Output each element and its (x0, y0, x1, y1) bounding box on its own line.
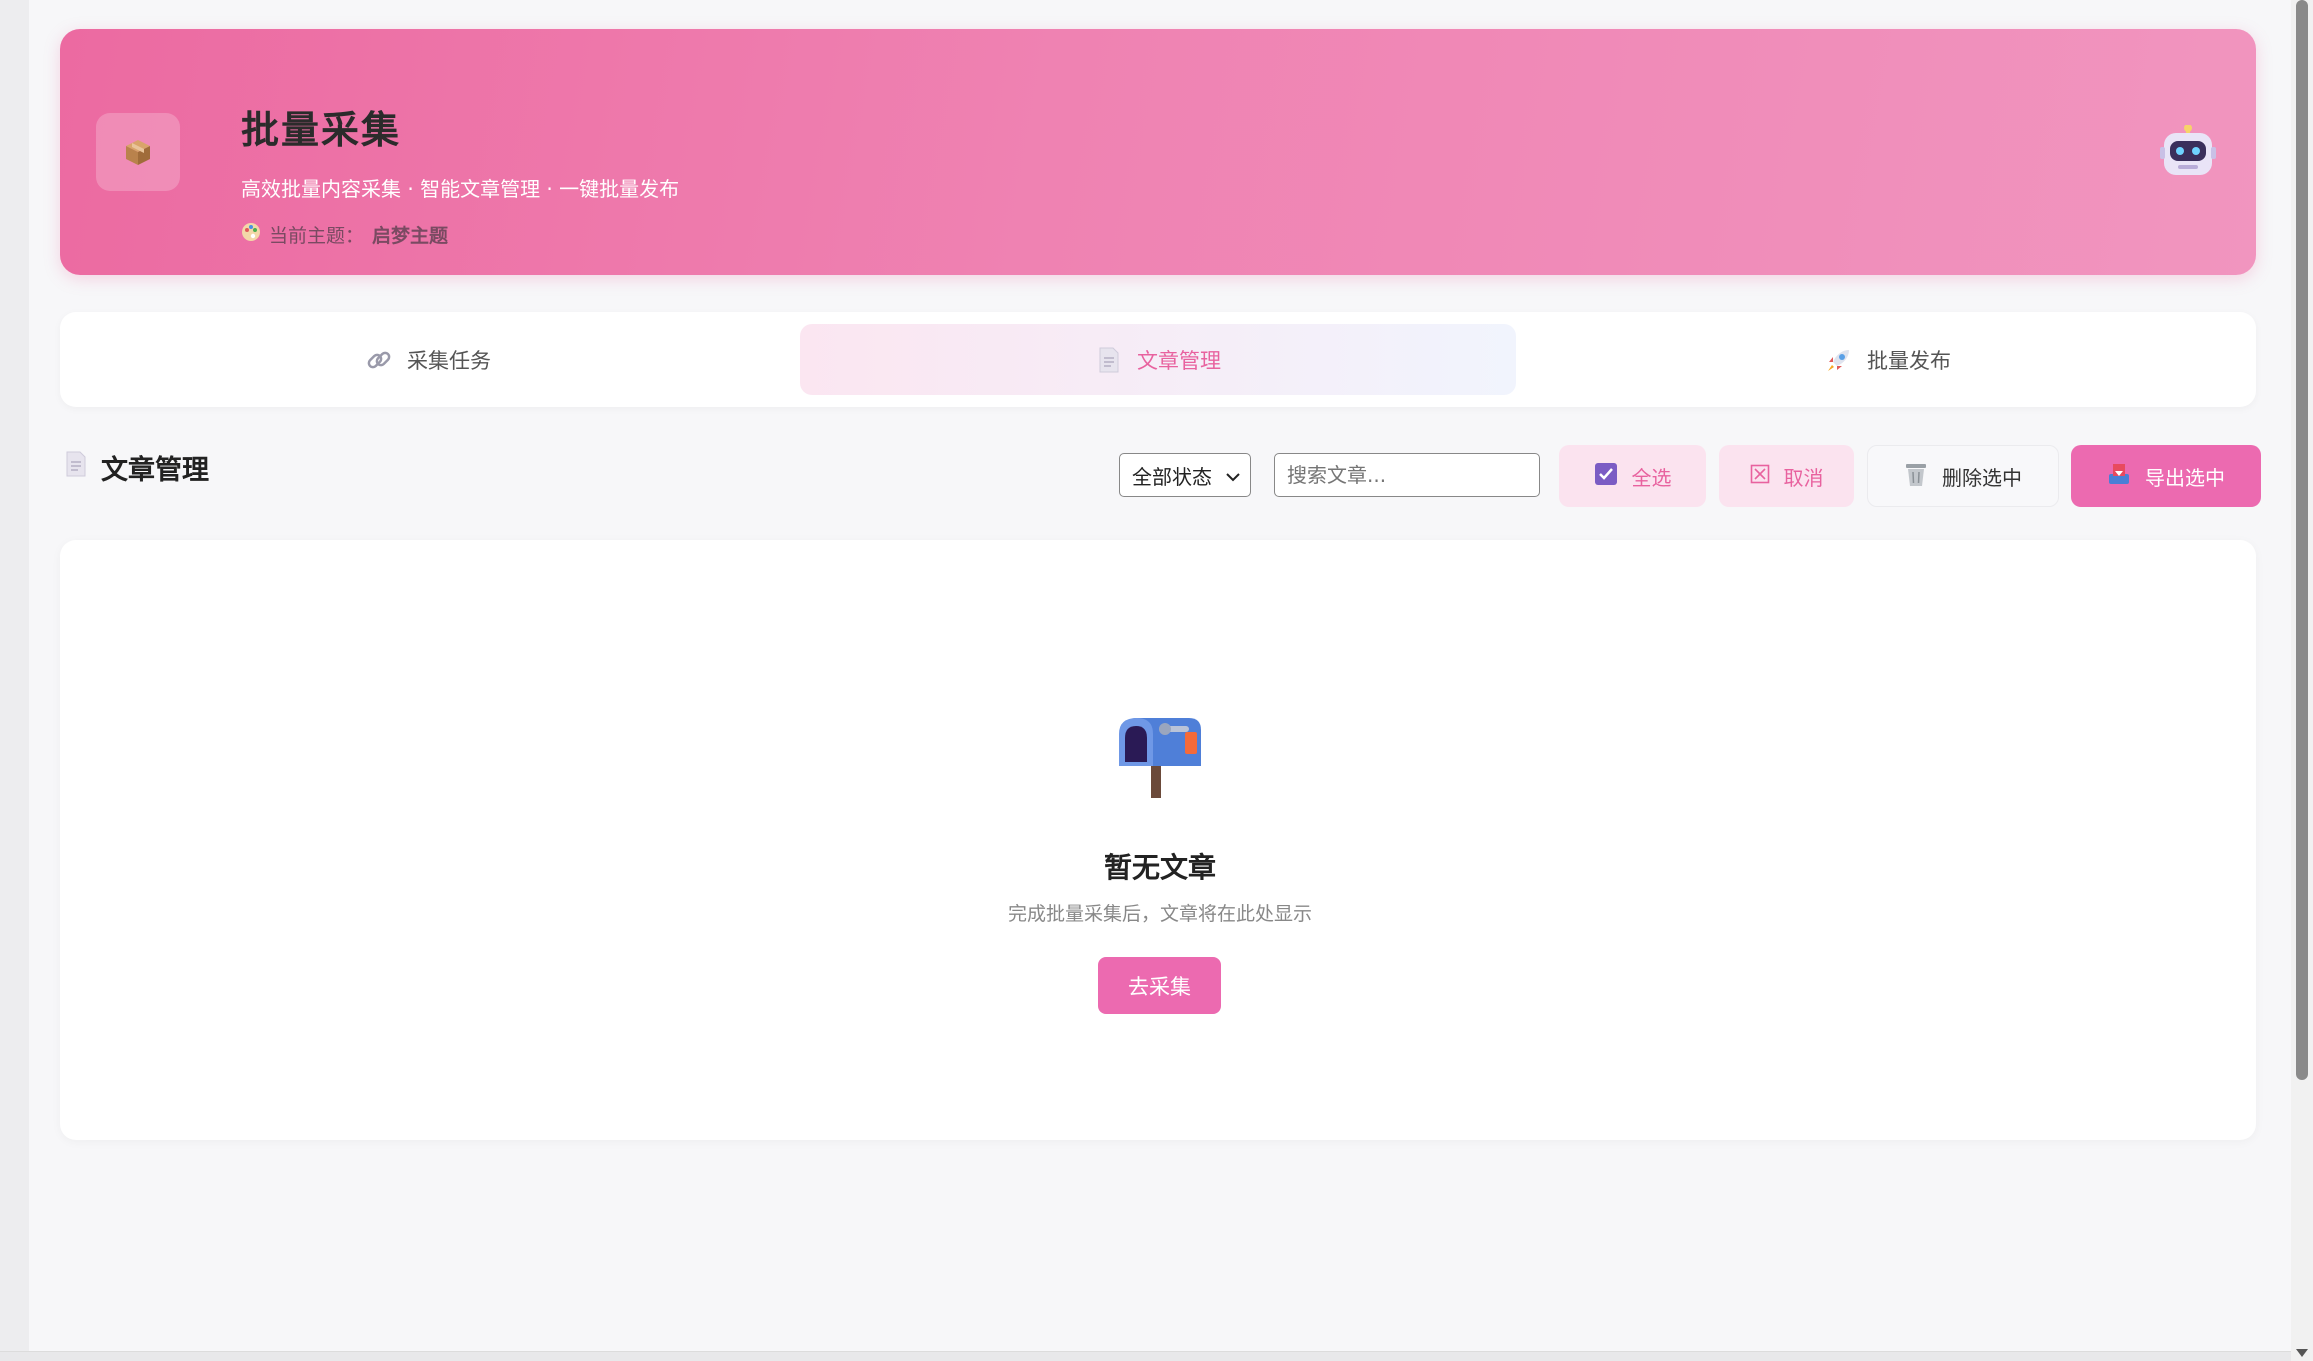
articles-panel (60, 540, 2256, 1140)
select-all-button[interactable]: 全选 (1559, 445, 1706, 507)
tab-label: 文章管理 (1137, 348, 1221, 373)
tab-article-management[interactable]: 文章管理 (800, 324, 1516, 395)
delete-selected-label: 删除选中 (1942, 465, 2022, 490)
tab-collect-tasks[interactable]: 采集任务 (70, 324, 786, 395)
tab-label: 采集任务 (407, 348, 491, 373)
tab-batch-publish[interactable]: 批量发布 (1530, 324, 2246, 395)
link-icon (365, 346, 393, 374)
scroll-down-arrow-icon[interactable] (2296, 1349, 2308, 1357)
status-filter-value: 全部状态 (1132, 464, 1212, 489)
window-left-edge (0, 0, 29, 1361)
cancel-selection-button[interactable]: 取消 (1719, 445, 1854, 507)
hero-banner: 批量采集 高效批量内容采集 · 智能文章管理 · 一键批量发布 当前主题： 启梦… (60, 29, 2256, 275)
cancel-label: 取消 (1783, 465, 1824, 490)
rocket-icon (1825, 346, 1853, 374)
tab-label: 批量发布 (1867, 348, 1951, 373)
theme-value: 启梦主题 (372, 225, 449, 247)
vertical-scrollbar[interactable] (2291, 0, 2313, 1361)
section-title: 文章管理 (101, 455, 209, 486)
empty-state-title: 暂无文章 (1103, 851, 1216, 884)
palette-icon (241, 222, 261, 247)
select-all-label: 全选 (1631, 465, 1672, 490)
package-icon (96, 113, 180, 191)
page: 批量采集 高效批量内容采集 · 智能文章管理 · 一键批量发布 当前主题： 启梦… (29, 0, 2291, 1352)
theme-label: 当前主题： (269, 225, 365, 247)
chevron-down-icon (1226, 463, 1240, 487)
search-input[interactable] (1274, 453, 1540, 497)
section-header: 文章管理 (65, 448, 209, 487)
document-icon (1095, 346, 1123, 374)
theme-indicator: 当前主题： 启梦主题 (241, 221, 448, 248)
export-selected-label: 导出选中 (2145, 465, 2225, 490)
page-title: 批量采集 (241, 108, 402, 152)
mailbox-icon (1115, 712, 1207, 798)
document-icon (65, 451, 87, 484)
horizontal-scrollbar[interactable] (0, 1351, 2291, 1361)
status-filter-select[interactable]: 全部状态 (1119, 453, 1251, 497)
tab-bar: 采集任务 文章管理 批量发布 (60, 312, 2256, 407)
go-collect-button[interactable]: 去采集 (1098, 957, 1221, 1014)
delete-selected-button[interactable]: 删除选中 (1867, 445, 2059, 507)
export-selected-button[interactable]: 导出选中 (2071, 445, 2261, 507)
close-box-icon (1750, 464, 1770, 489)
trash-icon (1904, 461, 1928, 492)
empty-state-description: 完成批量采集后，文章将在此处显示 (1007, 903, 1312, 925)
robot-icon[interactable] (2160, 124, 2216, 179)
inbox-tray-icon (2107, 462, 2131, 491)
scrollbar-thumb[interactable] (2296, 0, 2308, 1080)
checkbox-icon (1594, 462, 1618, 491)
hero-subtitle: 高效批量内容采集 · 智能文章管理 · 一键批量发布 (241, 177, 680, 201)
